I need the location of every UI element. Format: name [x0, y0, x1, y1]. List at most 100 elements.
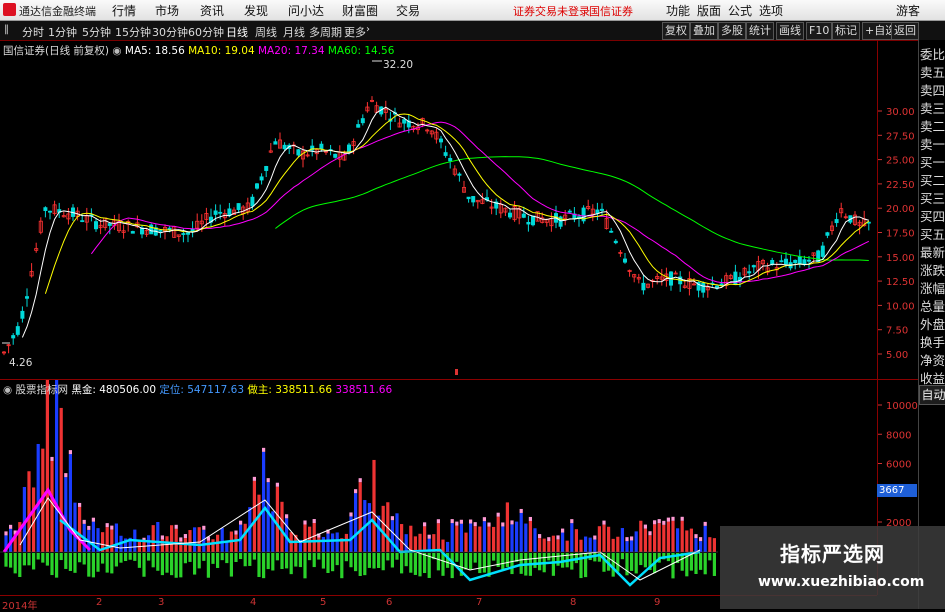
volume-bar [505, 502, 509, 552]
negative-bar [50, 553, 54, 576]
volume-cap [105, 523, 109, 528]
panel-item[interactable]: 卖五 [920, 62, 945, 81]
period-1min[interactable]: 1分钟 [48, 24, 77, 40]
negative-bar [239, 553, 243, 560]
panel-item[interactable]: 卖二 [920, 116, 945, 135]
candle-body [48, 210, 53, 213]
negative-bar [18, 553, 22, 577]
negative-bar [372, 553, 376, 569]
menu-jiaoyi[interactable]: 交易 [396, 2, 420, 19]
watermark-url: www.xuezhibiao.com [758, 574, 925, 590]
mark-button[interactable]: 标记 [832, 22, 860, 40]
menu-banmian[interactable]: 版面 [697, 2, 721, 19]
volume-cap [496, 512, 500, 517]
panel-item[interactable]: 买二 [920, 170, 945, 189]
panel-item[interactable]: 买五 [920, 224, 945, 243]
menu-caifuquan[interactable]: 财富圈 [342, 2, 378, 19]
f10-button[interactable]: F10 [806, 22, 833, 40]
time-tick: 6 [386, 597, 393, 608]
period-15min[interactable]: 15分钟 [115, 24, 151, 40]
negative-bar [639, 553, 643, 566]
sub-legend-circle-icon[interactable]: ◉ [3, 384, 12, 396]
panel-item[interactable]: 卖三 [920, 98, 945, 117]
volume-bar [308, 526, 312, 552]
negative-bar [354, 553, 358, 572]
volume-cap [174, 524, 178, 529]
fuquan-button[interactable]: 复权 [662, 22, 690, 40]
panel-item[interactable]: 最新 [920, 242, 945, 261]
volume-bar [487, 526, 491, 552]
negative-bar [363, 553, 367, 576]
candle-body [825, 232, 830, 236]
panel-item[interactable]: 买四 [920, 206, 945, 225]
kline-chart[interactable]: 国信证券(日线 前复权) ◉ MA5: 18.56 MA10: 19.04 MA… [0, 40, 877, 379]
ma10-label: MA10: 19.04 [188, 45, 255, 57]
price-tick: 25.00 [886, 156, 915, 167]
volume-bar [593, 539, 597, 552]
menu-shichang[interactable]: 市场 [155, 2, 179, 19]
period-30min[interactable]: 30分钟 [152, 24, 188, 40]
back-button[interactable]: 返回 [891, 22, 919, 40]
volume-bar [349, 516, 353, 552]
volume-cap [390, 516, 394, 521]
legend-circle-icon[interactable]: ◉ [112, 45, 121, 57]
menu-gongshi[interactable]: 公式 [728, 2, 752, 19]
panel-item[interactable]: 涨跌 [920, 260, 945, 279]
panel-item[interactable]: 总量 [920, 296, 945, 315]
overlay-button[interactable]: 叠加 [690, 22, 718, 40]
period-weekly[interactable]: 周线 [255, 24, 277, 40]
menu-zixun[interactable]: 资讯 [200, 2, 224, 19]
volume-bar [620, 528, 624, 552]
volume-bar [625, 541, 629, 552]
period-more[interactable]: 更多 [344, 24, 366, 40]
panel-item[interactable]: 换手 [920, 332, 945, 351]
negative-bar [275, 553, 279, 561]
panel-item[interactable]: 净资 [920, 350, 945, 369]
indicator-v1: 黑金: 480506.00 [71, 384, 157, 396]
period-fenshi[interactable]: 分时 [22, 24, 44, 40]
period-60min[interactable]: 60分钟 [188, 24, 224, 40]
period-multi[interactable]: 多周期 [309, 24, 342, 40]
multistock-button[interactable]: 多股 [718, 22, 746, 40]
negative-bar [294, 553, 298, 567]
auto-button[interactable]: 自动 [919, 385, 945, 405]
negative-bar [87, 553, 91, 577]
panel-item[interactable]: 外盘 [920, 314, 945, 333]
period-daily[interactable]: 日线 [226, 24, 248, 40]
panel-item[interactable]: 卖一 [920, 134, 945, 153]
panel-item[interactable]: 卖四 [920, 80, 945, 99]
menu-faxian[interactable]: 发现 [244, 2, 268, 19]
panel-item[interactable]: 买三 [920, 188, 945, 207]
drawline-button[interactable]: 画线 [776, 22, 804, 40]
more-arrow-icon[interactable]: › [366, 24, 370, 35]
volume-bar [611, 538, 615, 552]
event-marker[interactable] [455, 369, 458, 375]
period-5min[interactable]: 5分钟 [82, 24, 111, 40]
menu-gongneng[interactable]: 功能 [666, 2, 690, 19]
panel-item[interactable]: 委比 [920, 44, 945, 63]
kline-svg[interactable] [0, 40, 877, 379]
menu-xuanxiang[interactable]: 选项 [759, 2, 783, 19]
period-monthly[interactable]: 月线 [283, 24, 305, 40]
negative-bar [73, 553, 77, 573]
stats-button[interactable]: 统计 [746, 22, 774, 40]
negative-bar [91, 553, 95, 578]
guest-label[interactable]: 游客 [896, 2, 920, 19]
volume-cap [593, 535, 597, 540]
candle-body [471, 196, 476, 203]
panel-item[interactable]: 买一 [920, 152, 945, 171]
volume-cap [528, 516, 532, 521]
negative-bar [556, 553, 560, 566]
negative-bar [441, 553, 445, 576]
candle-body [218, 211, 223, 214]
volume-bar [211, 539, 215, 552]
panel-item[interactable]: 涨幅 [920, 278, 945, 297]
volume-bar [510, 524, 514, 552]
volume-cap [671, 516, 675, 521]
login-notice[interactable]: 证券交易未登录 [513, 3, 590, 19]
volume-cap [87, 525, 91, 530]
volume-cap [482, 517, 486, 522]
menu-hangqing[interactable]: 行情 [112, 2, 136, 19]
menu-wenxiaoda[interactable]: 问小达 [288, 2, 324, 19]
price-tick: 10.00 [886, 301, 915, 312]
